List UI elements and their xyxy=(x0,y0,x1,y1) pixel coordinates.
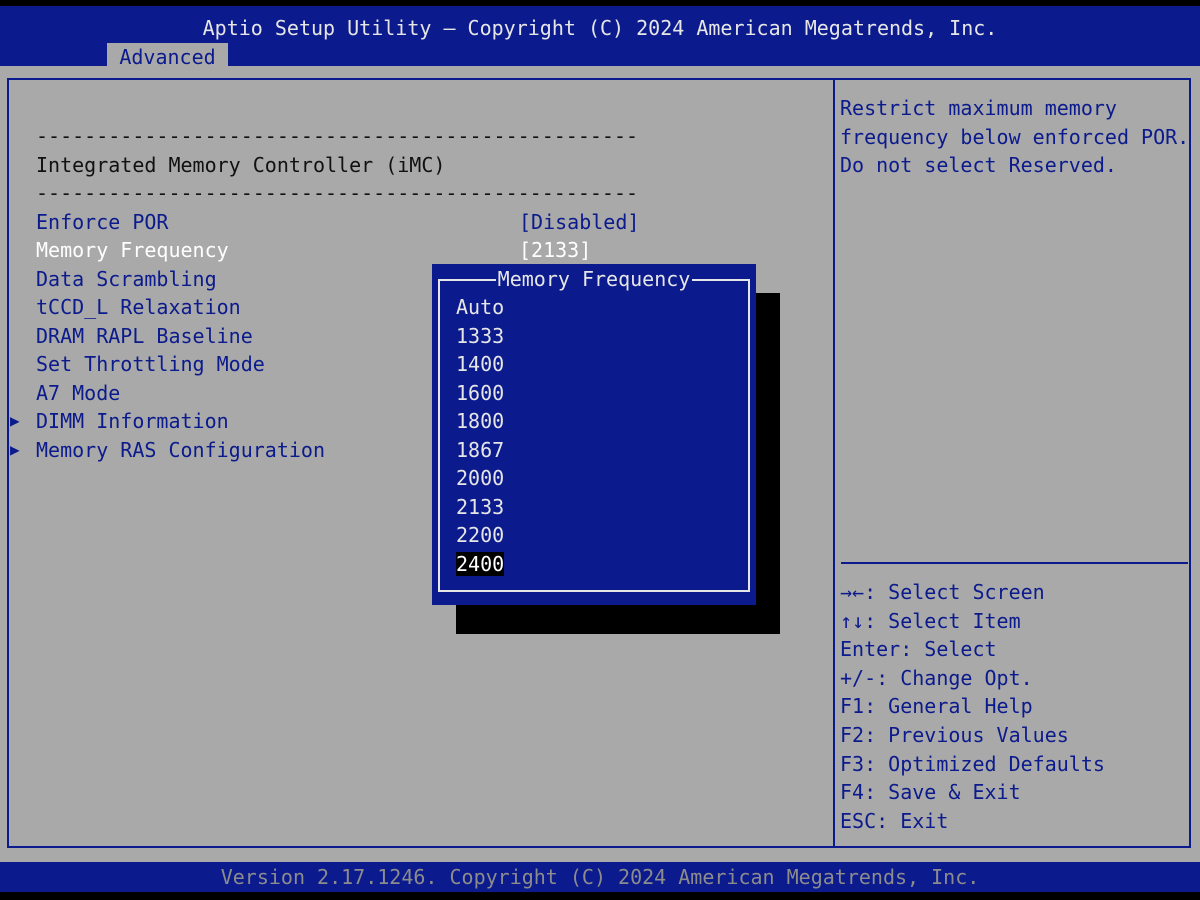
key-previous-values: F2: Previous Values xyxy=(840,722,1069,747)
help-description: Restrict maximum memory frequency below … xyxy=(840,96,1190,177)
option-2400[interactable]: 2400 xyxy=(456,550,505,579)
key-legend: →←: Select Screen ↑↓: Select Item Enter:… xyxy=(840,578,1105,835)
option-2133[interactable]: 2133 xyxy=(456,493,504,522)
option-1867[interactable]: 1867 xyxy=(456,436,504,465)
key-enter-select: Enter: Select xyxy=(840,637,997,662)
title-bar: Aptio Setup Utility – Copyright (C) 2024… xyxy=(0,6,1200,72)
setting-memory-frequency-value[interactable]: [2133] xyxy=(519,236,591,264)
divider-bottom: ----------------------------------------… xyxy=(36,181,639,205)
submenu-dimm-information[interactable]: DIMM Information xyxy=(36,407,229,435)
option-1600[interactable]: 1600 xyxy=(456,379,504,408)
key-save-exit: F4: Save & Exit xyxy=(840,780,1021,805)
option-2200[interactable]: 2200 xyxy=(456,521,504,550)
setting-data-scrambling[interactable]: Data Scrambling xyxy=(36,265,217,293)
app-title: Aptio Setup Utility – Copyright (C) 2024… xyxy=(202,16,998,40)
key-change-opt: +/-: Change Opt. xyxy=(840,665,1033,690)
popup-options: Auto 1333 1400 1600 1800 1867 2000 2133 … xyxy=(456,293,505,579)
memory-frequency-popup: Memory Frequency Auto 1333 1400 1600 180… xyxy=(432,264,756,605)
submenu-arrow-icon: ▶ xyxy=(10,411,20,430)
popup-title: Memory Frequency xyxy=(496,265,692,293)
setting-memory-frequency[interactable]: Memory Frequency xyxy=(36,236,229,264)
help-divider xyxy=(841,562,1188,564)
divider-top: ----------------------------------------… xyxy=(36,124,639,148)
key-select-screen: →←: Select Screen xyxy=(840,580,1045,604)
setting-set-throttling-mode[interactable]: Set Throttling Mode xyxy=(36,350,265,378)
option-1333[interactable]: 1333 xyxy=(456,322,504,351)
setting-enforce-por-value[interactable]: [Disabled] xyxy=(519,208,639,236)
submenu-memory-ras-configuration[interactable]: Memory RAS Configuration xyxy=(36,436,325,464)
key-select-item: ↑↓: Select Item xyxy=(840,608,1021,633)
setting-enforce-por[interactable]: Enforce POR xyxy=(36,208,168,236)
option-2000[interactable]: 2000 xyxy=(456,464,504,493)
option-1800[interactable]: 1800 xyxy=(456,407,504,436)
key-general-help: F1: General Help xyxy=(840,694,1033,719)
version-footer: Version 2.17.1246. Copyright (C) 2024 Am… xyxy=(0,862,1200,892)
setting-tccd-l-relaxation[interactable]: tCCD_L Relaxation xyxy=(36,293,241,321)
option-auto[interactable]: Auto xyxy=(456,293,504,322)
setting-dram-rapl-baseline[interactable]: DRAM RAPL Baseline xyxy=(36,322,253,350)
setting-a7-mode[interactable]: A7 Mode xyxy=(36,379,120,407)
section-title: Integrated Memory Controller (iMC) xyxy=(36,153,446,177)
key-optimized-defaults: F3: Optimized Defaults xyxy=(840,751,1105,776)
panel-divider xyxy=(833,78,835,848)
option-1400[interactable]: 1400 xyxy=(456,350,504,379)
key-exit: ESC: Exit xyxy=(840,808,949,833)
submenu-arrow-icon: ▶ xyxy=(10,440,20,459)
